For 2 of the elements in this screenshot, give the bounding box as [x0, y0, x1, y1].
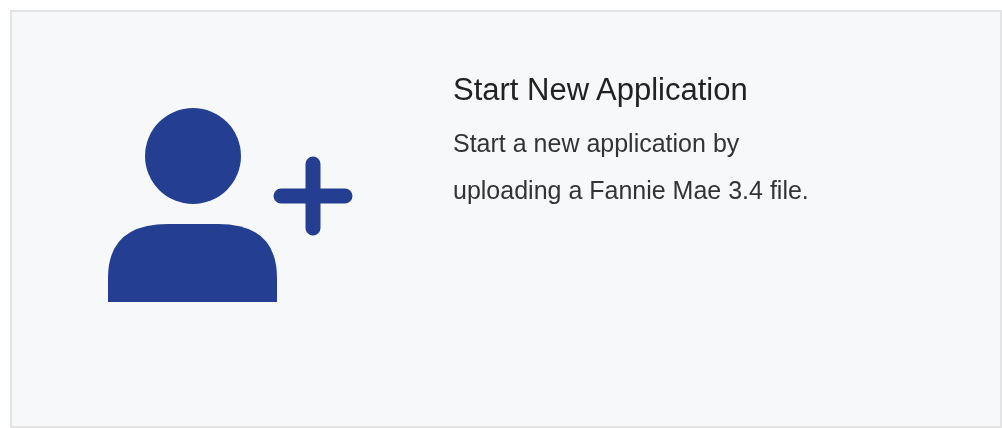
card-description: Start a new application by uploading a Fannie Mae 3.4 file.	[453, 128, 810, 206]
card-title: Start New Application	[453, 72, 749, 108]
